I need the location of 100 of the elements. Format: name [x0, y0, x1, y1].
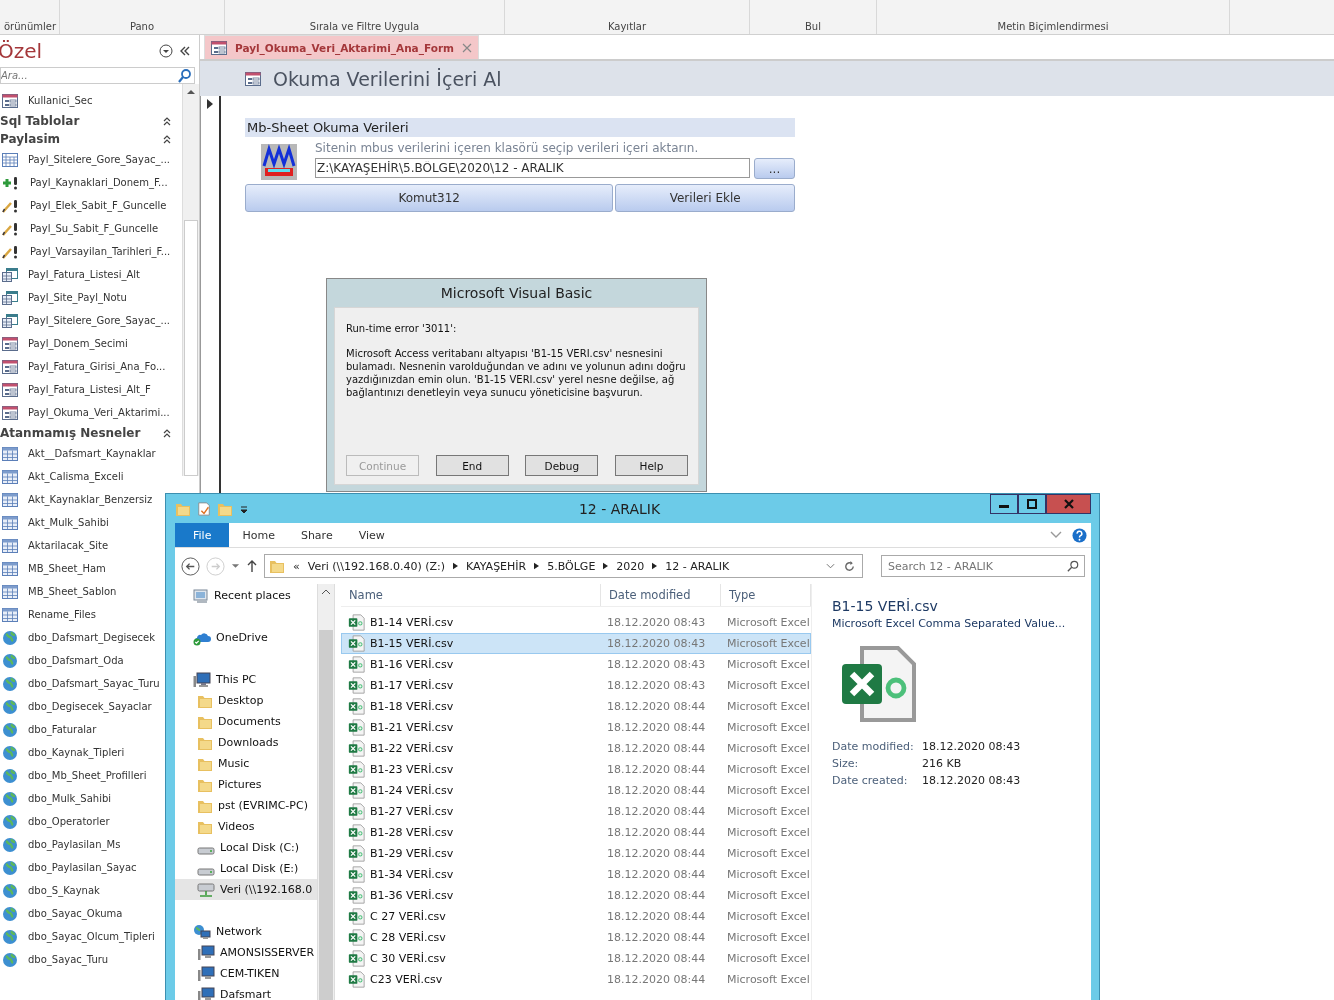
- nav-item[interactable]: dbo_Paylasilan_Sayac: [0, 856, 137, 879]
- breadcrumb[interactable]: 12 - ARALIK: [665, 559, 730, 573]
- file-row[interactable]: B1-17 VERİ.csv 18.12.2020 08:43 Microsoft Excel: [341, 675, 811, 696]
- nav-tree-item[interactable]: Music: [175, 753, 317, 774]
- nav-item[interactable]: Payl_Fatura_Listesi_Alt_F: [0, 378, 151, 401]
- chevron-down-icon[interactable]: [1050, 531, 1062, 539]
- ribbon-tab[interactable]: Home: [229, 523, 288, 547]
- maximize-icon[interactable]: [1027, 499, 1037, 509]
- nav-tree-item[interactable]: OneDrive: [175, 627, 317, 648]
- file-row[interactable]: B1-21 VERİ.csv 18.12.2020 08:44 Microsoft Excel: [341, 717, 811, 738]
- dialog-button[interactable]: End: [435, 455, 509, 476]
- nav-item[interactable]: Aktarilacak_Site: [0, 534, 109, 557]
- nav-item[interactable]: Payl_Sitelere_Gore_Sayac_...: [0, 148, 171, 171]
- nav-item[interactable]: Akt_Kaynaklar_Benzersiz: [0, 488, 153, 511]
- collapse-icon[interactable]: [179, 46, 191, 56]
- nav-group-header[interactable]: Sql Tablolar: [0, 112, 182, 130]
- dialog-button[interactable]: Debug: [525, 455, 599, 476]
- nav-item[interactable]: dbo_Sayac_Okuma: [0, 902, 123, 925]
- nav-tree-item[interactable]: pst (EVRIMC-PC): [175, 795, 317, 816]
- nav-item[interactable]: dbo_Kaynak_Tipleri: [0, 741, 125, 764]
- nav-item[interactable]: dbo_Mb_Sheet_Profilleri: [0, 764, 147, 787]
- nav-item[interactable]: Payl_Su_Sabit_F_Guncelle: [0, 217, 159, 240]
- file-row[interactable]: C 30 VERİ.csv 18.12.2020 08:44 Microsoft Excel: [341, 948, 811, 969]
- dropdown-arrow-icon[interactable]: [239, 503, 249, 514]
- file-row[interactable]: B1-29 VERİ.csv 18.12.2020 08:44 Microsoft Excel: [341, 843, 811, 864]
- file-row[interactable]: B1-34 VERİ.csv 18.12.2020 08:44 Microsoft Excel: [341, 864, 811, 885]
- nav-item[interactable]: dbo_Operatorler: [0, 810, 110, 833]
- refresh-icon[interactable]: [843, 559, 856, 573]
- back-button[interactable]: [181, 556, 200, 576]
- command-button[interactable]: Verileri Ekle: [615, 184, 795, 212]
- scrollbar[interactable]: [182, 84, 199, 476]
- nav-item[interactable]: MB_Sheet_Sablon: [0, 580, 117, 603]
- nav-tree-item[interactable]: Dafsmart: [175, 984, 317, 1000]
- ribbon-tab[interactable]: View: [345, 523, 398, 547]
- file-row[interactable]: B1-22 VERİ.csv 18.12.2020 08:44 Microsoft Excel: [341, 738, 811, 759]
- file-row[interactable]: B1-23 VERİ.csv 18.12.2020 08:44 Microsoft Excel: [341, 759, 811, 780]
- nav-item[interactable]: Payl_Okuma_Veri_Aktarimi...: [0, 401, 170, 424]
- file-row[interactable]: C 28 VERİ.csv 18.12.2020 08:44 Microsoft Excel: [341, 927, 811, 948]
- command-button[interactable]: Komut312: [245, 184, 614, 212]
- nav-tree-item[interactable]: CEM-TIKEN: [175, 963, 317, 984]
- nav-tree-item[interactable]: This PC: [175, 669, 317, 690]
- nav-item[interactable]: Akt__Dafsmart_Kaynaklar: [0, 442, 156, 465]
- nav-tree-item[interactable]: Recent places: [175, 585, 317, 606]
- search-icon[interactable]: [177, 68, 193, 84]
- file-row[interactable]: C 27 VERİ.csv 18.12.2020 08:44 Microsoft Excel: [341, 906, 811, 927]
- nav-item[interactable]: dbo_Sayac_Turu: [0, 948, 109, 971]
- nav-group-header[interactable]: Paylasim: [0, 130, 182, 148]
- nav-group-header[interactable]: Atanmamış Nesneler: [0, 424, 182, 442]
- dialog-button[interactable]: Help: [614, 455, 688, 476]
- search-field[interactable]: Search 12 - ARALIK: [881, 555, 1085, 577]
- nav-tree-item[interactable]: Documents: [175, 711, 317, 732]
- nav-item[interactable]: dbo_Dafsmart_Sayac_Turu: [0, 672, 160, 695]
- file-row[interactable]: B1-14 VERİ.csv 18.12.2020 08:43 Microsoft Excel: [341, 612, 811, 633]
- up-button[interactable]: [246, 559, 258, 573]
- file-row[interactable]: B1-18 VERİ.csv 18.12.2020 08:44 Microsoft Excel: [341, 696, 811, 717]
- nav-tree-item[interactable]: Local Disk (E:): [175, 858, 317, 879]
- nav-item[interactable]: dbo_Sayac_Olcum_Tipleri: [0, 925, 155, 948]
- breadcrumb[interactable]: Veri (\\192.168.0.40) (Z:): [307, 559, 446, 573]
- nav-tree-item[interactable]: AMONSISSERVER: [175, 942, 317, 963]
- document-tab[interactable]: Payl_Okuma_Veri_Aktarimi_Ana_Form: [204, 35, 480, 59]
- nav-item[interactable]: dbo_Dafsmart_Degisecek: [0, 626, 156, 649]
- ribbon-tab[interactable]: Share: [287, 523, 346, 547]
- properties-icon[interactable]: [197, 500, 211, 517]
- dropdown-icon[interactable]: [159, 44, 173, 58]
- nav-tree-item[interactable]: Desktop: [175, 690, 317, 711]
- double-up-chevron-icon[interactable]: [162, 134, 172, 144]
- double-up-chevron-icon[interactable]: [162, 428, 172, 438]
- search-icon[interactable]: [1067, 560, 1079, 572]
- close-button[interactable]: [1046, 494, 1091, 514]
- nav-item[interactable]: Payl_Elek_Sabit_F_Guncelle: [0, 194, 167, 217]
- nav-tree-item[interactable]: Videos: [175, 816, 317, 837]
- nav-item[interactable]: Payl_Kaynaklari_Donem_F...: [0, 171, 168, 194]
- nav-item[interactable]: Payl_Fatura_Listesi_Alt: [0, 263, 141, 286]
- nav-item[interactable]: dbo_Faturalar: [0, 718, 97, 741]
- file-row[interactable]: B1-28 VERİ.csv 18.12.2020 08:44 Microsoft Excel: [341, 822, 811, 843]
- nav-tree-item[interactable]: Pictures: [175, 774, 317, 795]
- nav-item[interactable]: Payl_Fatura_Girisi_Ana_Fo...: [0, 355, 166, 378]
- breadcrumb[interactable]: 5.BÖLGE: [547, 559, 596, 573]
- nav-item[interactable]: dbo_Mulk_Sahibi: [0, 787, 112, 810]
- nav-item[interactable]: Kullanici_Sec: [0, 89, 93, 112]
- column-header[interactable]: Name: [341, 584, 601, 606]
- file-row[interactable]: B1-27 VERİ.csv 18.12.2020 08:44 Microsoft Excel: [341, 801, 811, 822]
- file-row[interactable]: B1-15 VERİ.csv 18.12.2020 08:43 Microsoft Excel: [341, 633, 811, 654]
- close-icon[interactable]: [1063, 499, 1074, 509]
- nav-item[interactable]: Payl_Site_Payl_Notu: [0, 286, 127, 309]
- file-row[interactable]: C23 VERİ.csv 18.12.2020 08:44 Microsoft Excel: [341, 969, 811, 990]
- search-field[interactable]: Ara...: [0, 67, 195, 84]
- maximize-button[interactable]: [1018, 494, 1046, 514]
- breadcrumb[interactable]: KAYAŞEHİR: [466, 559, 527, 573]
- file-row[interactable]: B1-24 VERİ.csv 18.12.2020 08:44 Microsoft Excel: [341, 780, 811, 801]
- nav-item[interactable]: Rename_Files: [0, 603, 96, 626]
- nav-item[interactable]: Akt_Calisma_Exceli: [0, 465, 124, 488]
- double-up-chevron-icon[interactable]: [162, 116, 172, 126]
- nav-item[interactable]: dbo_Paylasilan_Ms: [0, 833, 121, 856]
- nav-tree-item[interactable]: Downloads: [175, 732, 317, 753]
- breadcrumb[interactable]: 2020: [616, 559, 645, 573]
- nav-item[interactable]: Payl_Varsayilan_Tarihleri_F...: [0, 240, 171, 263]
- nav-item[interactable]: Payl_Donem_Secimi: [0, 332, 128, 355]
- scrollbar[interactable]: [317, 584, 335, 1000]
- browse-button[interactable]: ...: [754, 158, 795, 179]
